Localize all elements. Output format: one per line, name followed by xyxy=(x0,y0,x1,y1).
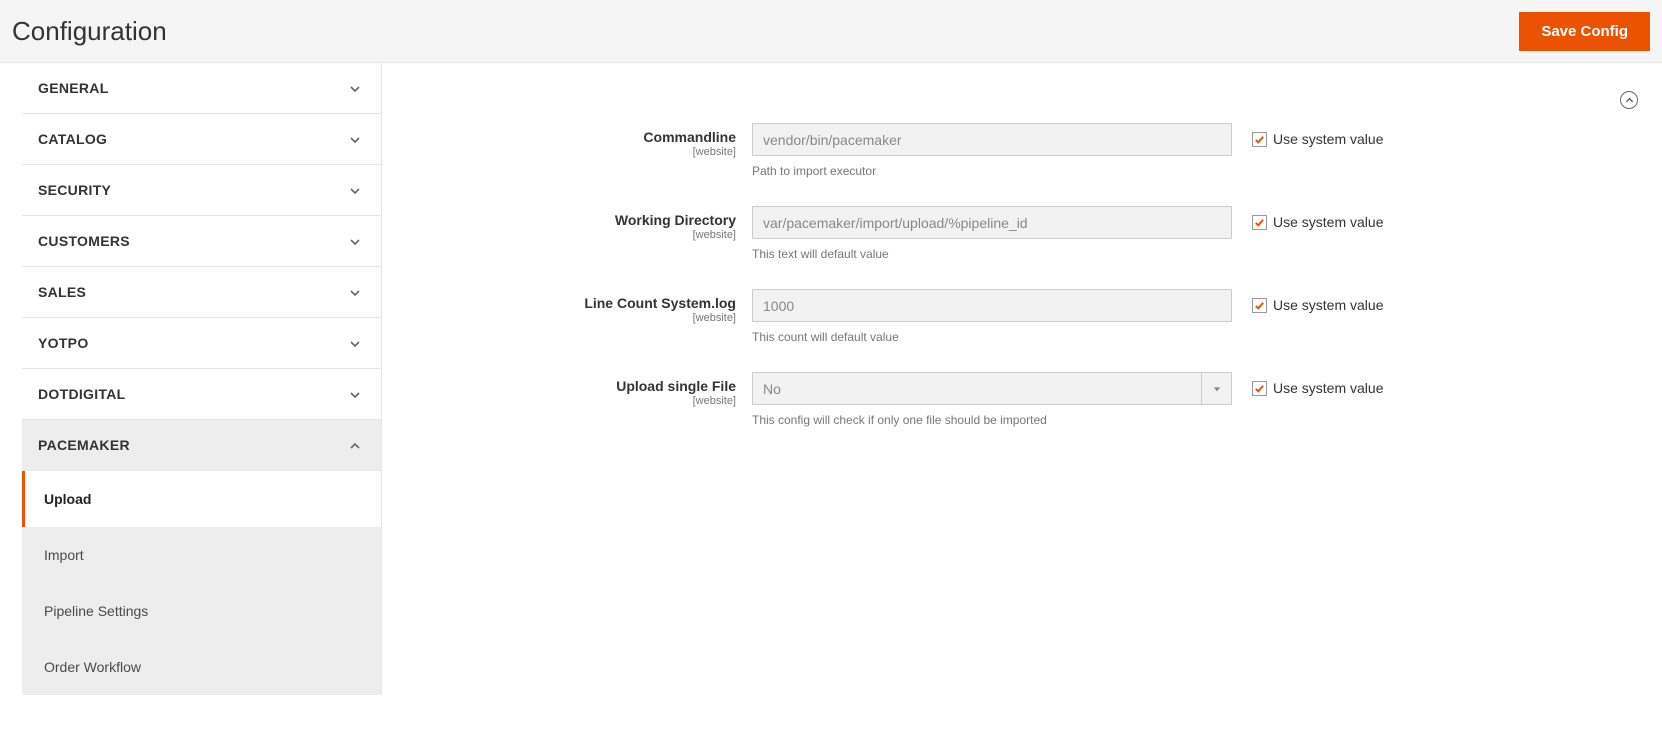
sidebar-item-customers[interactable]: CUSTOMERS xyxy=(22,216,381,267)
field-help: This text will default value xyxy=(752,247,1232,261)
field-row-commandline: Commandline [website] Path to import exe… xyxy=(422,123,1622,178)
field-label: Commandline xyxy=(643,129,736,145)
select-value: No xyxy=(753,381,1201,397)
sidebar-item-label: CUSTOMERS xyxy=(38,233,130,249)
sidebar-item-pacemaker[interactable]: PACEMAKER xyxy=(22,420,381,471)
working-directory-input[interactable] xyxy=(752,206,1232,239)
subnav-item-import[interactable]: Import xyxy=(22,527,381,583)
field-scope: [website] xyxy=(422,395,736,407)
use-system-label: Use system value xyxy=(1273,297,1383,313)
config-sidebar: GENERAL CATALOG SECURITY CUSTOMERS SALES… xyxy=(22,63,382,695)
sidebar-item-label: PACEMAKER xyxy=(38,437,130,453)
subnav-item-order-workflow[interactable]: Order Workflow xyxy=(22,639,381,695)
upload-single-select[interactable]: No xyxy=(752,372,1232,405)
use-system-label: Use system value xyxy=(1273,380,1383,396)
field-scope: [website] xyxy=(422,146,736,158)
field-help: Path to import executor xyxy=(752,164,1232,178)
save-config-button[interactable]: Save Config xyxy=(1519,12,1650,51)
field-row-upload-single: Upload single File [website] No This con… xyxy=(422,372,1622,427)
line-count-input[interactable] xyxy=(752,289,1232,322)
sidebar-item-catalog[interactable]: CATALOG xyxy=(22,114,381,165)
chevron-down-icon xyxy=(349,235,361,247)
page-title: Configuration xyxy=(12,16,167,47)
chevron-down-icon xyxy=(349,82,361,94)
chevron-down-icon xyxy=(349,286,361,298)
chevron-down-icon xyxy=(349,337,361,349)
subnav-item-upload[interactable]: Upload xyxy=(22,471,381,527)
use-system-checkbox[interactable] xyxy=(1252,215,1267,230)
field-label: Upload single File xyxy=(616,378,736,394)
sidebar-item-security[interactable]: SECURITY xyxy=(22,165,381,216)
use-system-label: Use system value xyxy=(1273,214,1383,230)
field-label: Working Directory xyxy=(615,212,736,228)
sidebar-item-dotdigital[interactable]: DOTDIGITAL xyxy=(22,369,381,420)
chevron-down-icon xyxy=(349,388,361,400)
section-collapse-toggle[interactable] xyxy=(1620,91,1638,109)
field-label: Line Count System.log xyxy=(584,295,736,311)
sidebar-item-label: DOTDIGITAL xyxy=(38,386,126,402)
caret-down-icon xyxy=(1201,373,1231,404)
field-scope: [website] xyxy=(422,229,736,241)
field-row-working-directory: Working Directory [website] This text wi… xyxy=(422,206,1622,261)
sidebar-item-label: CATALOG xyxy=(38,131,107,147)
chevron-down-icon xyxy=(349,184,361,196)
sidebar-item-label: YOTPO xyxy=(38,335,89,351)
sidebar-item-yotpo[interactable]: YOTPO xyxy=(22,318,381,369)
commandline-input[interactable] xyxy=(752,123,1232,156)
sidebar-item-label: SECURITY xyxy=(38,182,111,198)
sidebar-item-label: GENERAL xyxy=(38,80,109,96)
field-row-line-count: Line Count System.log [website] This cou… xyxy=(422,289,1622,344)
sidebar-item-label: SALES xyxy=(38,284,86,300)
sidebar-subnav: Upload Import Pipeline Settings Order Wo… xyxy=(22,471,381,695)
use-system-checkbox[interactable] xyxy=(1252,298,1267,313)
use-system-checkbox[interactable] xyxy=(1252,381,1267,396)
field-help: This count will default value xyxy=(752,330,1232,344)
page-header: Configuration Save Config xyxy=(0,0,1662,63)
field-help: This config will check if only one file … xyxy=(752,413,1232,427)
chevron-down-icon xyxy=(349,133,361,145)
subnav-item-pipeline-settings[interactable]: Pipeline Settings xyxy=(22,583,381,639)
config-content: Commandline [website] Path to import exe… xyxy=(382,63,1662,695)
sidebar-item-sales[interactable]: SALES xyxy=(22,267,381,318)
use-system-label: Use system value xyxy=(1273,131,1383,147)
field-scope: [website] xyxy=(422,312,736,324)
use-system-checkbox[interactable] xyxy=(1252,132,1267,147)
sidebar-item-general[interactable]: GENERAL xyxy=(22,63,381,114)
chevron-up-icon xyxy=(349,439,361,451)
